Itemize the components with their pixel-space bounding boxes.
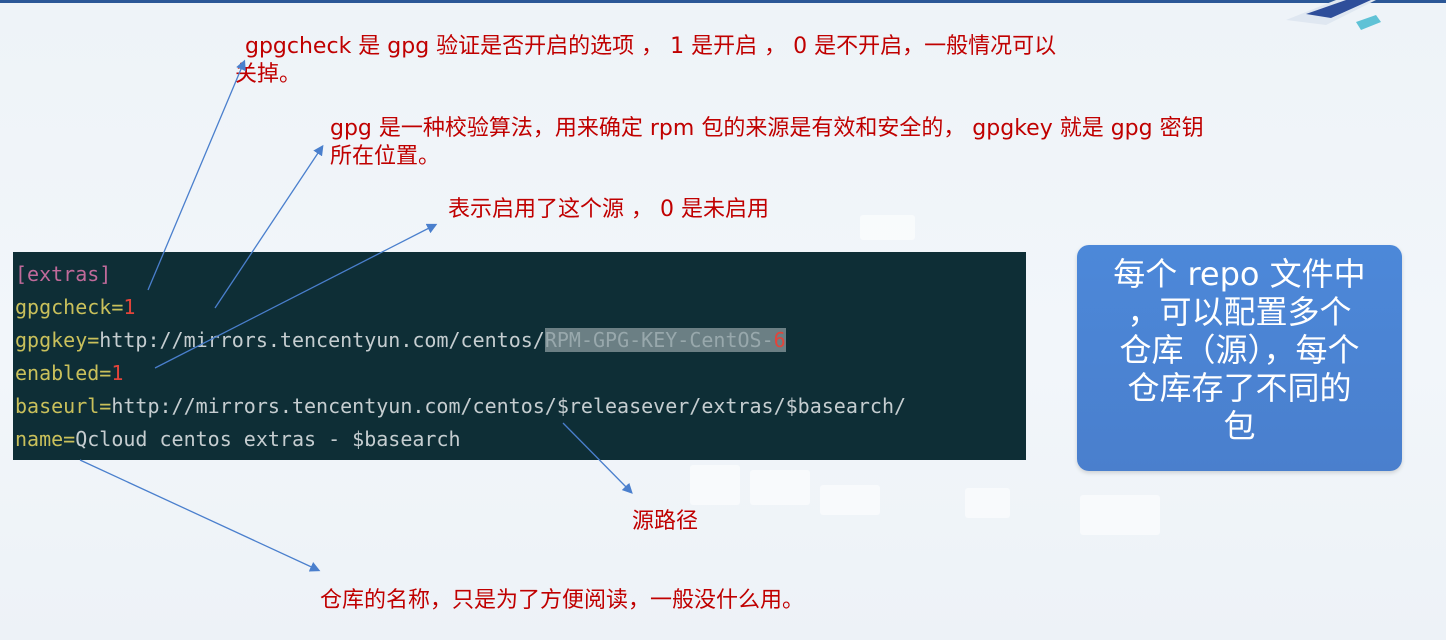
annotation-arrows — [79, 59, 633, 572]
name-arrow — [79, 459, 321, 572]
gpgkey-arrow — [214, 144, 324, 309]
gpgcheck-arrow — [147, 59, 246, 291]
baseurl-arrow — [562, 422, 633, 494]
enabled-arrow — [154, 223, 438, 369]
